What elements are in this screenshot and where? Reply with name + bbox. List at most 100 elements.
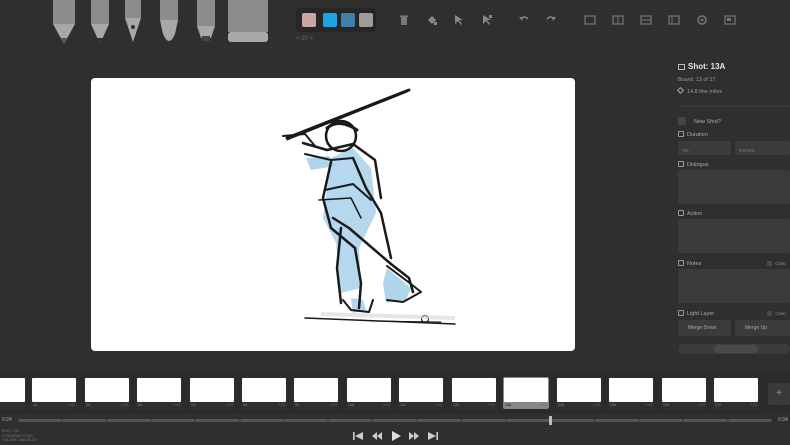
eraser-icon[interactable] [226,0,270,44]
brush-icon[interactable] [155,0,183,48]
board-thumbnail[interactable]: 16A 0:04 [661,377,707,409]
board-thumbnail-image [662,378,706,402]
board-thumbnail[interactable]: 10A 0:04 [346,377,392,409]
board-thumbnail[interactable]: 9A 0:04 [293,377,339,409]
layout-1-icon[interactable] [584,14,596,26]
notes-field[interactable] [678,269,790,303]
pencil-icon[interactable] [88,0,112,46]
new-shot-row[interactable]: New Shot? [678,117,721,125]
fast-forward-icon[interactable] [408,431,420,441]
board-thumbnail-image [137,378,181,402]
board-thumbnail[interactable]: 7A 0:04 [189,377,235,409]
new-shot-checkbox[interactable] [678,117,686,125]
board-thumbnail-image [714,378,758,402]
layout-3-icon[interactable] [640,14,652,26]
layer-icon [678,310,684,316]
board-thumbnail[interactable]: 3A 0:04 [84,377,130,409]
notes-clear-checkbox[interactable] [767,261,773,266]
board-thumbnail[interactable]: 8A 0:04 [241,377,287,409]
board-thumbnail-name: 6A [138,403,143,407]
scale-icon[interactable] [481,14,493,26]
dialogue-field[interactable] [678,170,790,204]
board-thumbnail-duration: 0:04 [173,403,180,407]
light-layer-clear[interactable]: Clear [767,311,786,316]
timeline-segment[interactable] [373,419,416,422]
merge-down-button[interactable]: Merge Down [678,320,731,336]
board-thumbnail[interactable] [0,377,26,409]
brush-size-readout[interactable]: < 20 > [296,36,313,42]
board-thumbnail[interactable]: 15A 0:04 [608,377,654,409]
light-layer-clear-checkbox[interactable] [767,311,773,316]
action-field[interactable] [678,219,790,253]
fill-icon[interactable] [426,14,438,26]
settings-icon[interactable] [696,14,708,26]
timeline-segment[interactable] [152,419,195,422]
layer-opacity-slider-thumb[interactable] [714,345,758,353]
duration-label: Duration [678,131,708,138]
action-label: Action [678,210,702,217]
timeline-segment[interactable] [418,419,461,422]
undo-icon[interactable] [518,14,530,26]
trash-icon[interactable] [398,14,410,26]
board-thumbnail-image [452,378,496,402]
board-thumbnail[interactable]: 13A 0:04 [503,377,549,409]
duration-ms-field[interactable] [678,141,731,155]
color-swatch-skin[interactable] [302,13,316,27]
board-thumbnail-duration: 0:04 [278,403,285,407]
timeline-segment[interactable] [285,419,328,422]
drawing-canvas[interactable] [91,78,575,351]
timeline-segment[interactable] [639,419,682,422]
timeline-segment[interactable] [551,419,594,422]
move-icon[interactable] [453,14,465,26]
add-board-button[interactable]: + [768,383,790,405]
duration-frames-field[interactable] [735,141,790,155]
pen-icon[interactable] [121,0,145,46]
timeline-segment[interactable] [728,419,771,422]
color-swatch-gray[interactable] [359,13,373,27]
board-thumbnail-name: 10A [348,403,355,407]
board-thumbnail-name: 2A [33,403,38,407]
rewind-icon[interactable] [371,431,383,441]
board-thumbnail[interactable]: 12A 0:04 [451,377,497,409]
layout-4-icon[interactable] [668,14,680,26]
board-thumbnail-name: 13A [505,403,512,407]
skip-forward-icon[interactable] [427,431,439,441]
line-miles-icon [676,86,685,95]
board-thumbnail[interactable]: 17A 0:04 [713,377,759,409]
timeline-segment[interactable] [19,419,61,422]
board-thumbnail[interactable]: 11A 0:04 [398,377,444,409]
shot-title: Shot: 13A [678,62,725,71]
timeline-segment[interactable] [462,419,505,422]
board-thumbnail-name: 16A [663,403,670,407]
timeline-segment[interactable] [63,419,106,422]
timeline-segment[interactable] [107,419,150,422]
light-pencil-icon[interactable] [50,0,78,46]
board-thumbnail-image [557,378,601,402]
board-thumbnail[interactable]: 2A 0:04 [31,377,77,409]
timeline-segment[interactable] [684,419,727,422]
board-thumbnail-image [347,378,391,402]
export-icon[interactable] [724,14,736,26]
timeline-segment[interactable] [506,419,549,422]
color-swatch-dark-blue[interactable] [341,13,355,27]
skip-back-icon[interactable] [352,431,364,441]
redo-icon[interactable] [545,14,557,26]
board-thumbnail-name: 15A [610,403,617,407]
layout-2-icon[interactable] [612,14,624,26]
timeline-segment[interactable] [595,419,638,422]
notes-clear[interactable]: Clear [767,261,786,266]
board-thumbnail-duration: 0:04 [750,403,757,407]
timeline-segment[interactable] [329,419,372,422]
timeline-scrubber[interactable] [18,419,772,422]
board-thumbnail[interactable]: 6A 0:04 [136,377,182,409]
timeline-segment[interactable] [196,419,239,422]
board-thumbnail[interactable]: 14A 0:04 [556,377,602,409]
dialogue-icon [678,161,684,167]
timeline-playhead[interactable] [549,416,552,425]
merge-up-button[interactable]: Merge Up [735,320,790,336]
panel-divider [678,106,790,107]
color-swatch-light-blue[interactable] [323,13,337,27]
play-icon[interactable] [390,431,402,441]
timeline-segment[interactable] [240,419,283,422]
note-pen-icon[interactable] [194,0,218,44]
